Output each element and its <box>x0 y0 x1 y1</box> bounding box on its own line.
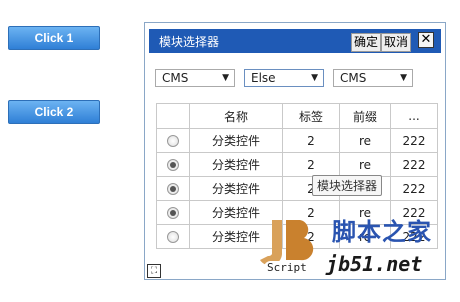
table-row[interactable]: 分类控件2re222 <box>156 128 438 153</box>
row-value: 222 <box>390 152 438 177</box>
click-1-button[interactable]: Click 1 <box>8 26 100 50</box>
header-tag: 标签 <box>282 103 340 129</box>
dropdown-arrow-icon: ▼ <box>311 73 318 83</box>
row-prefix: re <box>339 128 391 153</box>
dropdown-arrow-icon: ▼ <box>400 73 407 83</box>
watermark-logo: Script 脚本之家 jb51.net <box>254 206 460 302</box>
dialog-title: 模块选择器 <box>159 35 220 49</box>
cancel-button[interactable]: 取消 <box>381 33 412 52</box>
resize-icon[interactable]: ⛶ <box>147 264 161 278</box>
select-1[interactable]: CMS ▼ <box>155 69 235 87</box>
row-tag: 2 <box>282 152 340 177</box>
radio-button[interactable] <box>167 135 179 147</box>
row-value: 222 <box>390 176 438 201</box>
ok-button[interactable]: 确定 <box>351 33 382 52</box>
select-1-value: CMS <box>162 71 189 85</box>
header-select <box>156 103 190 129</box>
radio-button[interactable] <box>167 207 179 219</box>
table-row[interactable]: 分类控件2re222 <box>156 152 438 177</box>
radio-button[interactable] <box>167 159 179 171</box>
row-radio[interactable] <box>156 152 190 177</box>
header-name: 名称 <box>189 103 283 129</box>
select-3-value: CMS <box>340 71 367 85</box>
row-name: 分类控件 <box>189 176 283 201</box>
header-prefix: 前缀 <box>339 103 391 129</box>
watermark-script: Script <box>264 261 310 274</box>
click-2-button[interactable]: Click 2 <box>8 100 100 124</box>
select-3[interactable]: CMS ▼ <box>333 69 413 87</box>
row-prefix: re <box>339 152 391 177</box>
row-radio[interactable] <box>156 224 190 249</box>
row-tag: 2 <box>282 128 340 153</box>
radio-button[interactable] <box>167 231 179 243</box>
row-radio[interactable] <box>156 176 190 201</box>
select-2[interactable]: Else ▼ <box>244 69 324 87</box>
watermark-url: jb51.net <box>326 252 423 276</box>
dropdown-arrow-icon: ▼ <box>222 73 229 83</box>
radio-button[interactable] <box>167 183 179 195</box>
row-radio[interactable] <box>156 200 190 225</box>
table-row[interactable]: 分类控件2re222 <box>156 176 438 201</box>
row-value: 222 <box>390 128 438 153</box>
row-name: 分类控件 <box>189 128 283 153</box>
row-name: 分类控件 <box>189 152 283 177</box>
header-more: ... <box>390 103 438 129</box>
close-icon[interactable]: ✕ <box>418 32 434 48</box>
row-radio[interactable] <box>156 128 190 153</box>
dialog-titlebar: 模块选择器 确定 取消 ✕ <box>149 29 441 53</box>
watermark-cn: 脚本之家 <box>332 218 432 246</box>
table-header-row: 名称 标签 前缀 ... <box>156 103 438 129</box>
select-2-value: Else <box>251 71 276 85</box>
tooltip: 模块选择器 <box>312 175 383 196</box>
